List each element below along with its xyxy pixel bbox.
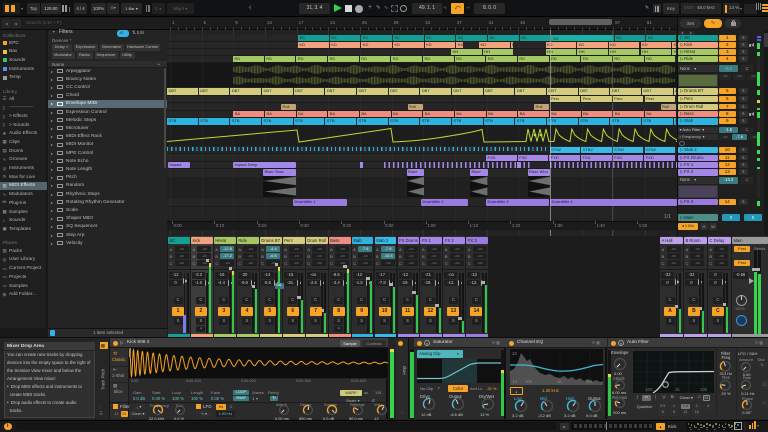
svg-text:-13: -13 [511, 379, 518, 384]
svg-text:10k: 10k [700, 387, 708, 392]
svg-text:10k: 10k [586, 379, 594, 384]
svg-text:100: 100 [525, 379, 533, 384]
svg-text:100: 100 [645, 387, 653, 392]
svg-text:1k: 1k [675, 387, 681, 392]
svg-text:13: 13 [512, 351, 517, 356]
